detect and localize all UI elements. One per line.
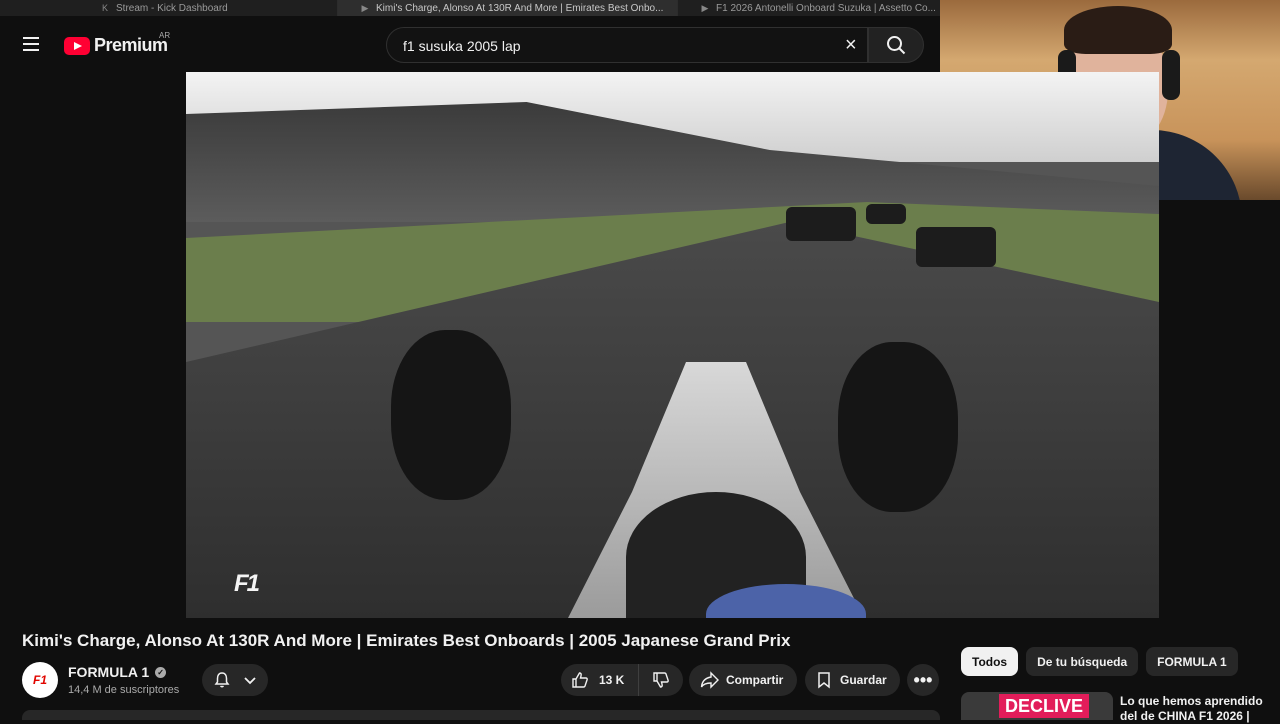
thumbnail-badge: DECLIVE bbox=[999, 694, 1090, 718]
dislike-button[interactable] bbox=[639, 671, 683, 689]
more-options-icon: ••• bbox=[913, 669, 933, 690]
channel-name-text: FORMULA 1 bbox=[68, 664, 150, 680]
share-button[interactable]: Compartir bbox=[689, 664, 797, 696]
bookmark-icon bbox=[818, 672, 830, 689]
kick-icon: K bbox=[101, 3, 108, 13]
browser-tab-label: Kimi's Charge, Alonso At 130R And More |… bbox=[376, 2, 664, 14]
chevron-down-icon bbox=[244, 677, 256, 685]
notifications-button[interactable] bbox=[202, 664, 268, 696]
more-actions-button[interactable]: ••• bbox=[907, 664, 939, 696]
clear-search-icon[interactable]: × bbox=[845, 35, 861, 55]
channel-name[interactable]: FORMULA 1 ✓ bbox=[68, 664, 167, 680]
chip-formula1[interactable]: FORMULA 1 bbox=[1146, 647, 1238, 676]
search-button[interactable] bbox=[868, 27, 924, 63]
recommendation-filter-chips: Todos De tu búsqueda FORMULA 1 bbox=[961, 647, 1238, 676]
search-input-value: f1 susuka 2005 lap bbox=[403, 38, 521, 54]
save-label: Guardar bbox=[840, 673, 887, 687]
browser-tab-kick[interactable]: K Stream - Kick Dashboard bbox=[0, 0, 338, 16]
like-count: 13 K bbox=[599, 673, 625, 687]
save-button[interactable]: Guardar bbox=[805, 664, 900, 696]
youtube-premium-logo[interactable]: Premium bbox=[64, 35, 168, 56]
video-player[interactable]: F1 bbox=[186, 72, 1159, 618]
share-label: Compartir bbox=[726, 673, 784, 687]
youtube-play-icon bbox=[64, 36, 90, 55]
logo-text: Premium bbox=[94, 35, 168, 55]
bell-icon bbox=[214, 672, 230, 688]
f1-watermark-logo: F1 bbox=[234, 570, 260, 597]
search-input[interactable]: f1 susuka 2005 lap × bbox=[386, 27, 868, 63]
like-button[interactable]: 13 K bbox=[561, 664, 639, 696]
browser-tab-label: F1 2026 Antonelli Onboard Suzuka | Asset… bbox=[716, 2, 936, 14]
channel-avatar[interactable]: F1 bbox=[22, 662, 58, 698]
verified-icon: ✓ bbox=[155, 666, 167, 678]
search-icon bbox=[887, 36, 906, 55]
share-icon bbox=[700, 671, 719, 689]
region-code: AR bbox=[159, 31, 171, 40]
browser-tab-youtube-current[interactable]: ▶ Kimi's Charge, Alonso At 130R And More… bbox=[338, 0, 678, 16]
recommended-video-thumbnail[interactable]: DECLIVE bbox=[961, 692, 1113, 720]
video-title: Kimi's Charge, Alonso At 130R And More |… bbox=[22, 631, 791, 650]
youtube-icon: ▶ bbox=[361, 3, 369, 13]
youtube-icon: ▶ bbox=[701, 3, 709, 13]
chip-all[interactable]: Todos bbox=[961, 647, 1019, 676]
thumbs-down-icon bbox=[653, 672, 669, 688]
like-dislike-group: 13 K bbox=[561, 664, 683, 696]
subscriber-count: 14,4 M de suscriptores bbox=[68, 684, 180, 696]
thumbs-up-icon bbox=[572, 672, 588, 688]
description-box[interactable] bbox=[22, 710, 940, 720]
hamburger-menu-icon[interactable] bbox=[22, 36, 42, 52]
browser-tab-label: Stream - Kick Dashboard bbox=[116, 2, 228, 14]
chip-from-search[interactable]: De tu búsqueda bbox=[1026, 647, 1139, 676]
